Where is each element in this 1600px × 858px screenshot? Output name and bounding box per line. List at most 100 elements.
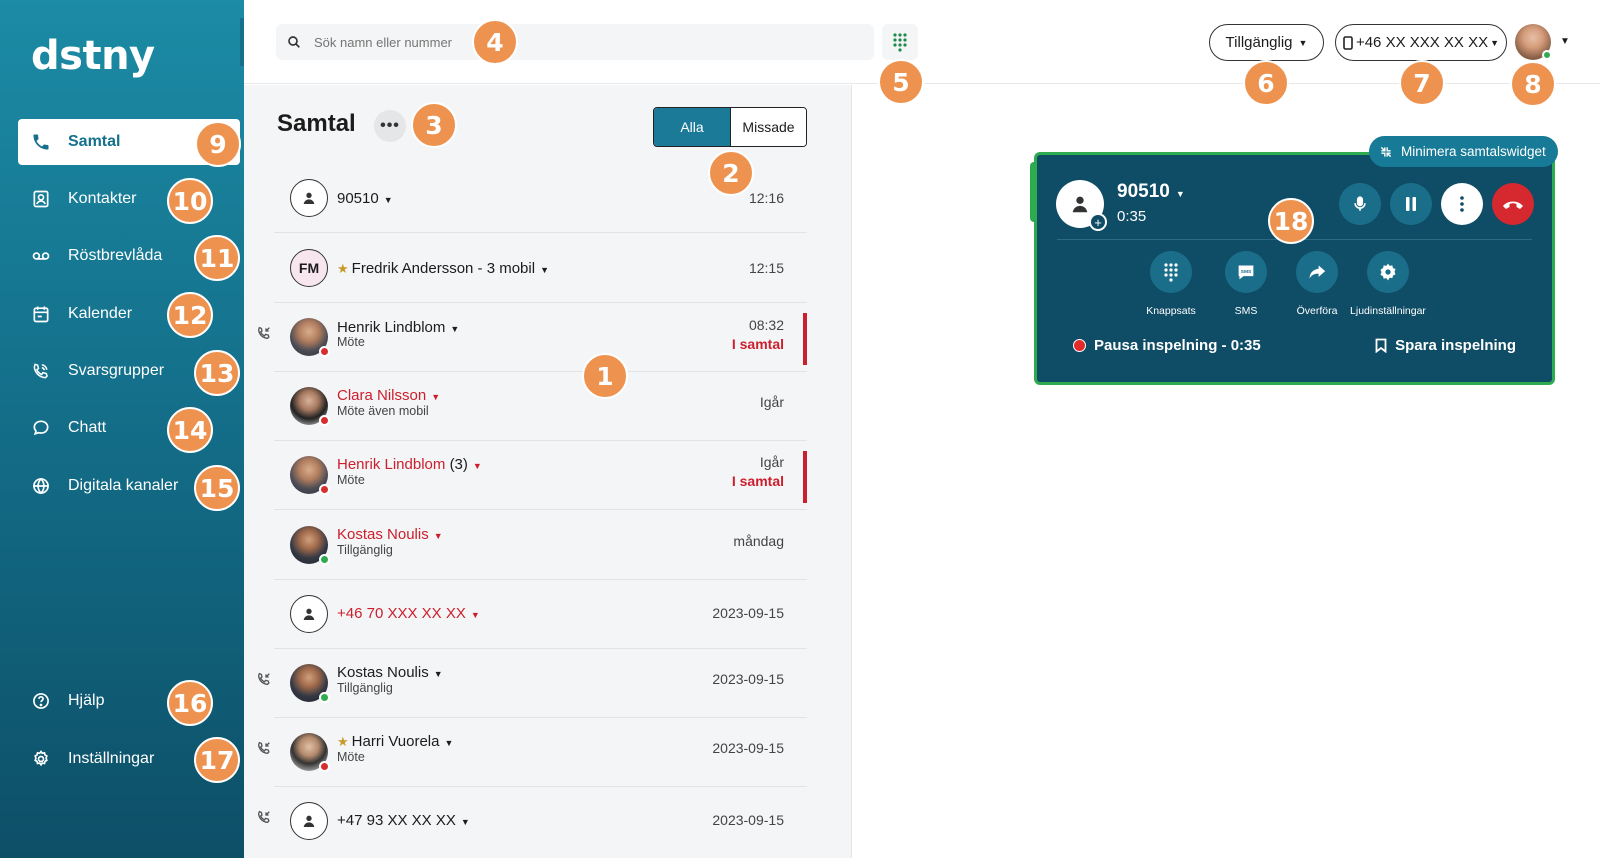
contact-card-icon	[30, 189, 52, 209]
dialpad-icon	[893, 33, 907, 52]
annotation-badge-16: 16	[167, 680, 213, 726]
availability-dropdown[interactable]: Tillgänglig ▼	[1209, 24, 1324, 61]
sidebar-item-label: Kalender	[68, 305, 133, 322]
mobile-phone-icon	[1343, 35, 1353, 50]
caller-name: Kostas Noulis ▼	[337, 526, 443, 543]
annotation-badge-15: 15	[194, 465, 240, 511]
avatar	[290, 664, 330, 703]
annotation-badge-2: 2	[708, 150, 754, 196]
annotation-badge-5: 5	[878, 59, 924, 105]
phone-number-label: +46 XX XXX XX XX	[1355, 34, 1489, 51]
call-row[interactable]: ★ Harri Vuorela ▼ Möte 2023-09-15	[257, 718, 807, 787]
caller-status: Möte	[337, 473, 365, 487]
sidebar-item-label: Kontakter	[68, 190, 137, 207]
presence-available-dot	[1542, 50, 1552, 60]
in-call-label: I samtal	[731, 473, 784, 489]
phone-number-dropdown[interactable]: +46 XX XXX XX XX ▼	[1335, 24, 1507, 61]
help-icon	[30, 691, 52, 711]
avatar	[290, 318, 330, 357]
in-call-indicator	[803, 313, 807, 365]
audio-settings-tool[interactable]: Ljudinställningar	[1343, 251, 1433, 317]
call-row[interactable]: +46 70 XXX XX XX ▼ 2023-09-15	[274, 580, 807, 649]
in-call-indicator	[803, 451, 807, 503]
call-row[interactable]: Henrik Lindblom (3) ▼ Möte Igår I samtal	[274, 441, 807, 510]
mute-button[interactable]	[1339, 183, 1381, 225]
answer-group-icon	[30, 361, 52, 381]
call-time: 2023-09-15	[712, 605, 784, 621]
caller-status: Möte	[337, 750, 365, 764]
call-more-button[interactable]	[1441, 183, 1483, 225]
presence-available-dot	[319, 692, 330, 703]
call-time: 12:16	[748, 190, 784, 206]
call-filter-toggle: Alla Missade	[653, 107, 807, 147]
calendar-icon	[30, 304, 52, 324]
chat-bubble-icon	[30, 418, 52, 438]
call-row[interactable]: +47 93 XX XX XX ▼ 2023-09-15	[257, 787, 807, 856]
in-call-label: I samtal	[731, 336, 784, 352]
add-contact-icon[interactable]: +	[1089, 213, 1107, 231]
filter-all-button[interactable]: Alla	[654, 108, 730, 146]
recording-label: Pausa inspelning - 0:35	[1094, 337, 1261, 354]
call-time: 2023-09-15	[712, 812, 784, 828]
caller-name: ★ Fredrik Andersson - 3 mobil ▼	[337, 260, 549, 277]
hang-up-icon	[1503, 201, 1523, 209]
save-recording-button[interactable]: Spara inspelning	[1375, 337, 1516, 354]
annotation-badge-12: 12	[167, 292, 213, 338]
caller-status: Möte även mobil	[337, 404, 429, 418]
call-time: Igår	[759, 454, 784, 470]
call-row[interactable]: Kostas Noulis ▼ Tillgänglig 2023-09-15	[257, 649, 807, 718]
call-row[interactable]: FM ★ Fredrik Andersson - 3 mobil ▼ 12:15	[274, 234, 807, 303]
caller-name: +46 70 XXX XX XX ▼	[337, 605, 480, 622]
person-icon	[303, 192, 315, 204]
minimize-arrows-icon	[1380, 146, 1392, 157]
minimize-widget-button[interactable]: Minimera samtalswidget	[1369, 136, 1558, 167]
phone-icon	[30, 132, 52, 152]
caller-name: +47 93 XX XX XX ▼	[337, 812, 470, 829]
active-call-number: 90510 ▼	[1117, 181, 1185, 202]
pause-icon	[1406, 197, 1416, 211]
more-vertical-icon	[1460, 196, 1464, 212]
annotation-badge-9: 9	[195, 121, 241, 167]
annotation-badge-1: 1	[582, 353, 628, 399]
caller-name: Kostas Noulis ▼	[337, 664, 443, 681]
caret-down-icon[interactable]: ▼	[1560, 36, 1570, 47]
caller-name: Clara Nilsson ▼	[337, 387, 441, 404]
audio-settings-label: Ljudinställningar	[1350, 305, 1426, 317]
hang-up-button[interactable]	[1492, 183, 1534, 225]
caller-name: Henrik Lindblom (3) ▼	[337, 456, 482, 473]
bookmark-icon	[1375, 338, 1387, 353]
keypad-icon	[1164, 263, 1178, 282]
call-time: Igår	[759, 394, 784, 410]
call-time: 12:15	[748, 260, 784, 276]
call-time: 2023-09-15	[712, 740, 784, 756]
avatar	[290, 526, 330, 565]
person-icon	[1072, 196, 1088, 213]
hold-button[interactable]	[1390, 183, 1432, 225]
presence-busy-dot	[319, 484, 330, 495]
globe-icon	[30, 476, 52, 496]
avatar	[290, 456, 330, 495]
dialpad-button[interactable]	[882, 24, 918, 60]
avatar	[290, 387, 330, 426]
search-bar[interactable]	[276, 24, 874, 60]
incoming-call-icon	[257, 672, 270, 686]
filter-missed-button[interactable]: Missade	[730, 108, 806, 146]
annotation-badge-8: 8	[1510, 61, 1556, 107]
caller-status: Möte	[337, 335, 365, 349]
caller-status: Tillgänglig	[337, 681, 393, 695]
caller-name: 90510 ▼	[337, 190, 393, 207]
call-row[interactable]: Henrik Lindblom ▼ Möte 08:32 I samtal	[257, 303, 807, 372]
settings-gear-icon	[1380, 263, 1396, 281]
availability-label: Tillgänglig	[1225, 34, 1293, 51]
sidebar-item-label: Digitala kanaler	[68, 477, 179, 494]
call-row[interactable]: Kostas Noulis ▼ Tillgänglig måndag	[274, 511, 807, 580]
presence-busy-dot	[319, 415, 330, 426]
user-avatar[interactable]	[1515, 24, 1552, 60]
sidebar-item-label: Hjälp	[68, 692, 105, 709]
more-options-button[interactable]: •••	[374, 110, 406, 142]
caller-avatar[interactable]: +	[1056, 180, 1107, 231]
pause-recording-button[interactable]: Pausa inspelning - 0:35	[1073, 337, 1261, 354]
favorite-star-icon: ★	[337, 261, 349, 276]
call-row[interactable]: Clara Nilsson ▼ Möte även mobil Igår	[274, 372, 807, 441]
caret-down-icon: ▼	[1298, 37, 1308, 48]
